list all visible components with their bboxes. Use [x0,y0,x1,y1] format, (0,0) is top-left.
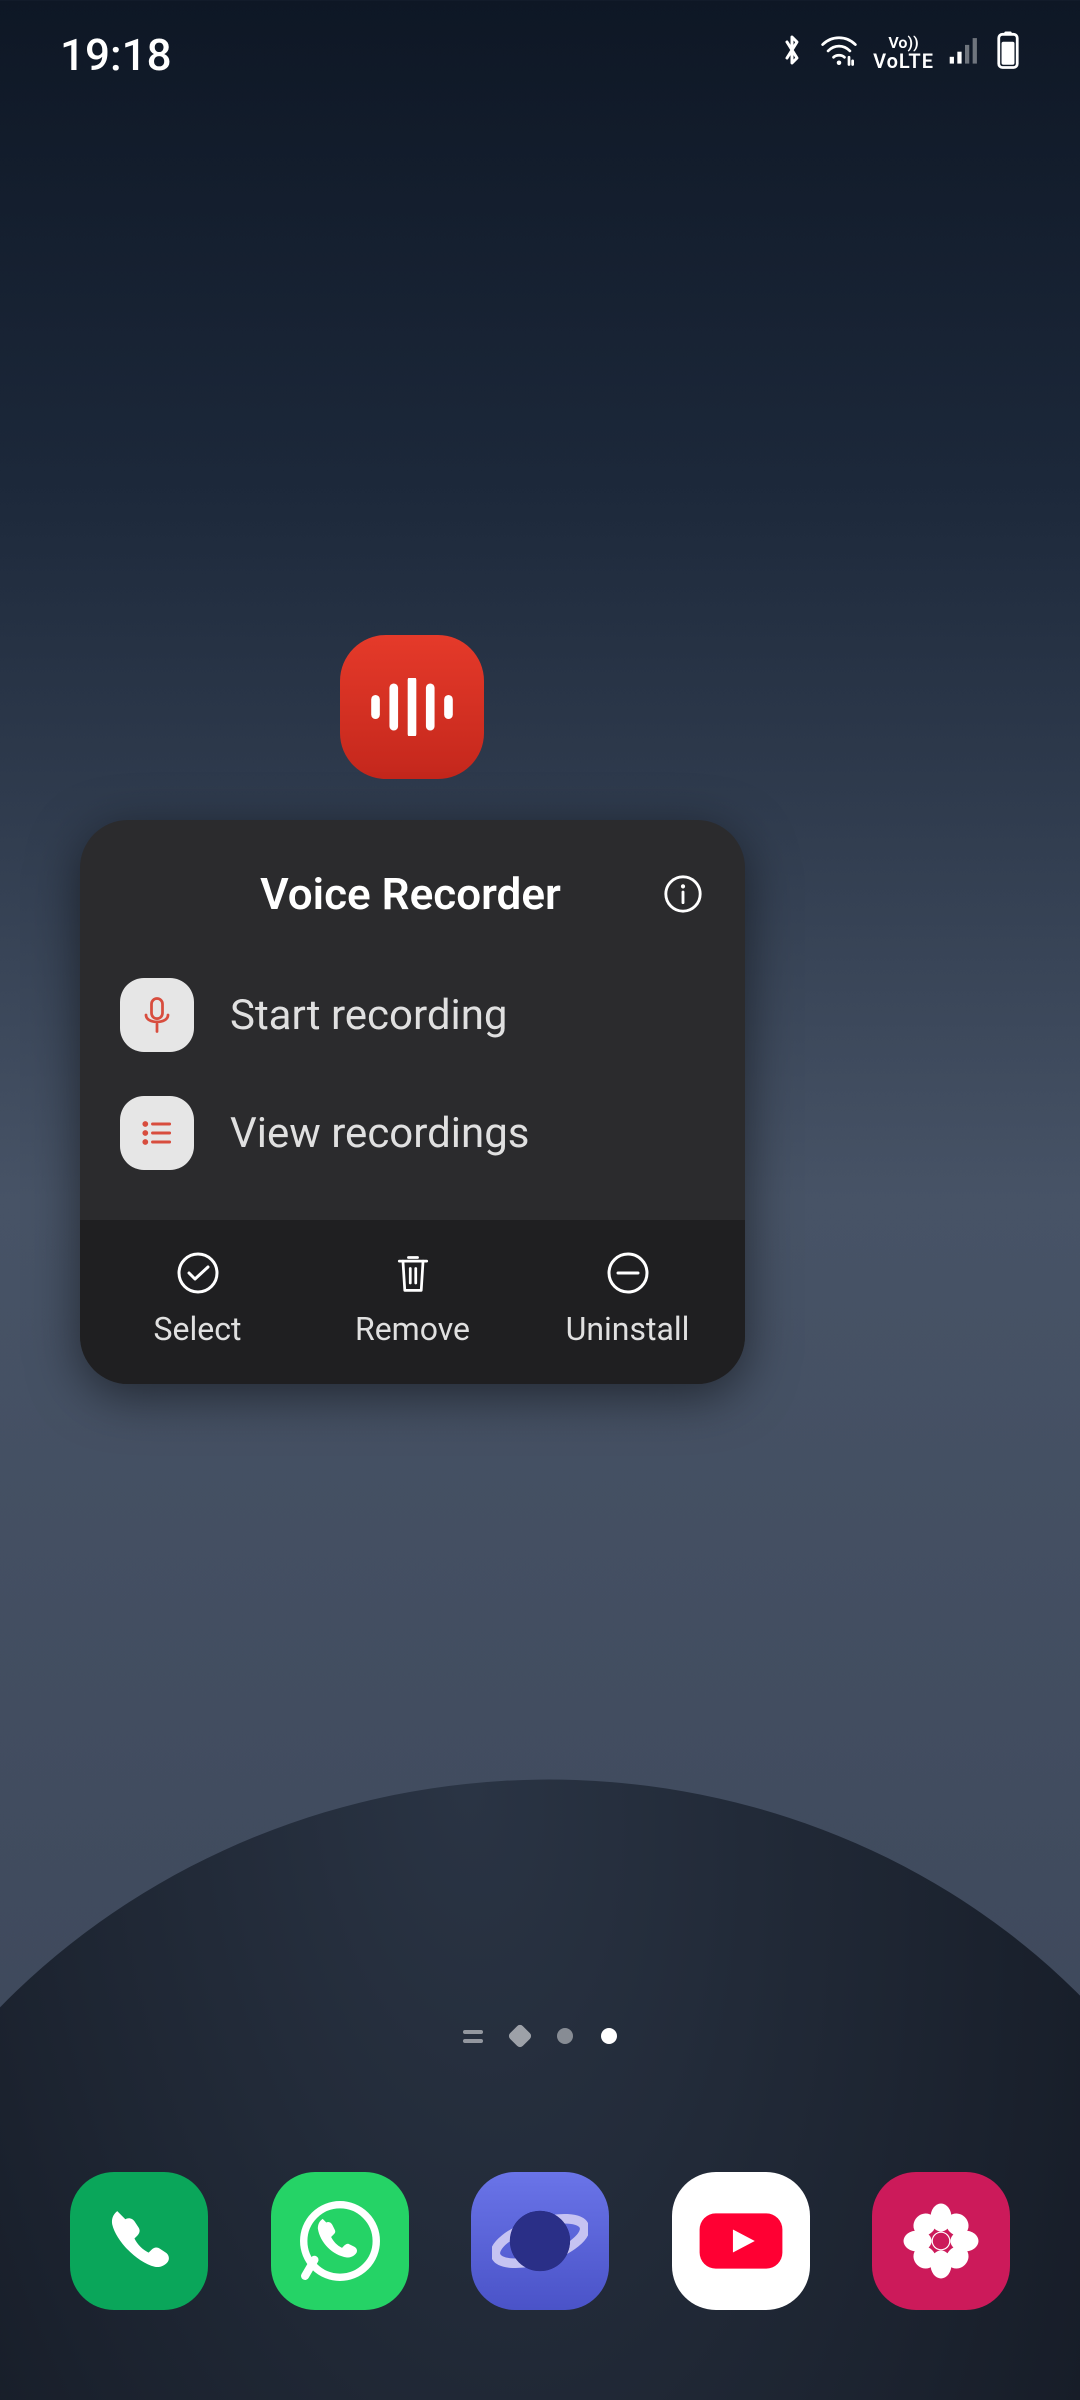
page-dot [557,2028,573,2044]
app-info-button[interactable] [661,872,705,916]
popup-actions: Select Remove Uninstall [80,1220,745,1384]
youtube-app-icon[interactable] [672,2172,810,2310]
status-icons: Vo)) VoLTE [779,29,1020,81]
popup-shortcuts: Start recording View recordings [80,948,745,1220]
mic-icon [120,978,194,1052]
page-indicator[interactable] [0,2027,1080,2045]
wifi-icon [819,29,859,81]
youtube-icon [695,2208,787,2274]
phone-handset-icon [102,2204,176,2278]
cell-signal-icon [948,29,982,81]
status-time: 19:18 [60,29,172,81]
flower-icon [900,2200,982,2282]
gallery-app-icon[interactable] [872,2172,1010,2310]
page-dot-active [601,2028,617,2044]
trash-icon [390,1250,436,1296]
app-drawer-indicator-icon [463,2030,483,2043]
volte-icon: Vo)) VoLTE [873,35,934,75]
waveform-icon [364,678,460,736]
list-icon [120,1096,194,1170]
whatsapp-icon [297,2198,383,2284]
phone-app-icon[interactable] [70,2172,208,2310]
action-uninstall[interactable]: Uninstall [520,1250,735,1348]
action-label: Select [154,1310,242,1348]
action-label: Remove [355,1310,470,1348]
action-select[interactable]: Select [90,1250,305,1348]
info-icon [662,873,704,915]
action-remove[interactable]: Remove [305,1250,520,1348]
battery-icon [996,29,1020,81]
bluetooth-icon [779,29,805,81]
app-context-popup: Voice Recorder Start recording [80,820,745,1384]
planet-icon [492,2193,588,2289]
popup-header: Voice Recorder [80,820,745,948]
dock [0,2172,1080,2310]
action-label: Uninstall [566,1310,690,1348]
minus-circle-icon [605,1250,651,1296]
whatsapp-app-icon[interactable] [271,2172,409,2310]
check-circle-icon [175,1250,221,1296]
shortcut-start-recording[interactable]: Start recording [80,956,745,1074]
voice-recorder-app-icon[interactable] [340,635,484,779]
popup-title: Voice Recorder [160,868,661,920]
internet-browser-app-icon[interactable] [471,2172,609,2310]
home-page-indicator-icon [507,2023,532,2048]
shortcut-label: Start recording [230,991,508,1040]
shortcut-label: View recordings [230,1109,529,1158]
status-bar: 19:18 Vo)) VoLTE [0,0,1080,110]
shortcut-view-recordings[interactable]: View recordings [80,1074,745,1192]
